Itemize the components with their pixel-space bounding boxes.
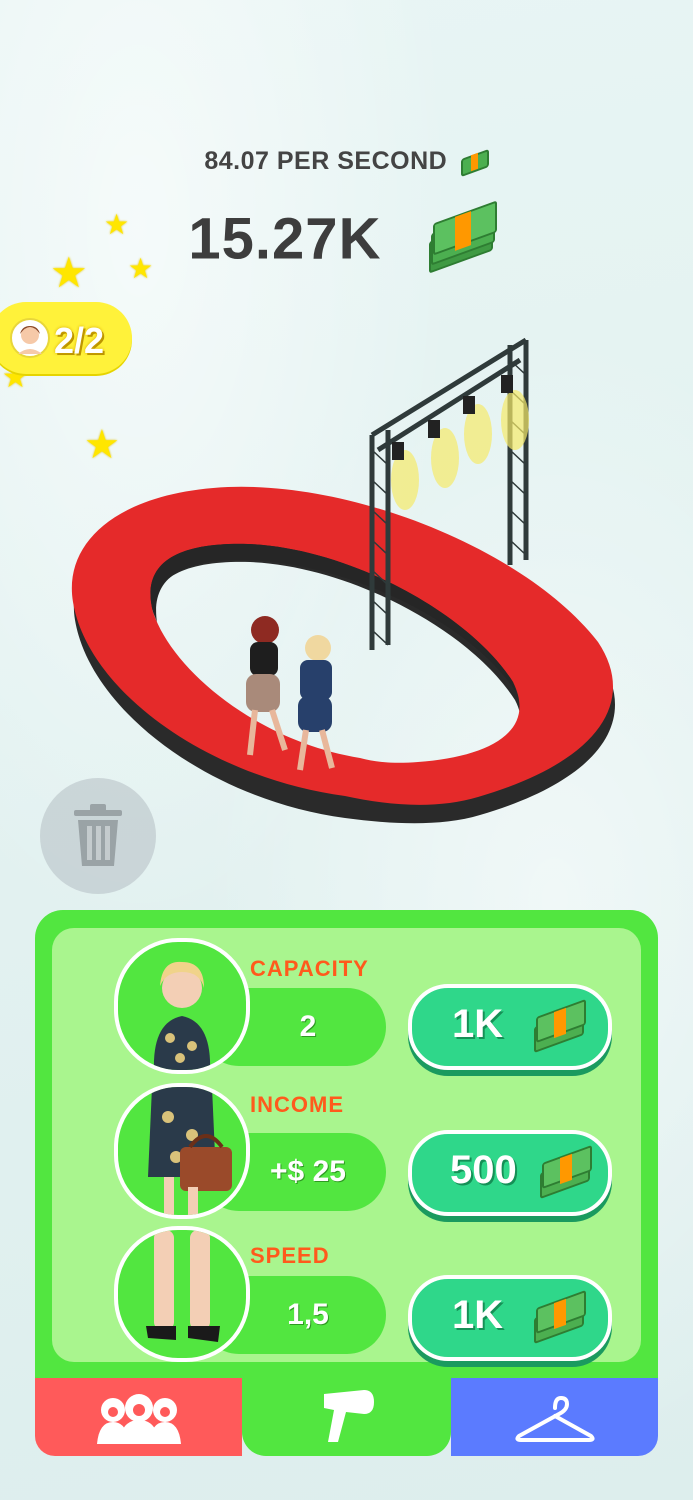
income-label: INCOME [250,1092,344,1117]
cash-stack-icon [425,200,505,278]
star-icon: ★ [50,249,88,296]
speed-avatar [114,1226,250,1362]
balance-text: 15.27K [188,206,382,272]
income-avatar [114,1083,250,1219]
tab-clothes[interactable] [451,1378,658,1456]
cash-stack-icon [459,146,489,178]
hair-dryer-icon [324,1390,374,1442]
capacity-label: CAPACITY [250,956,369,981]
models-group-icon [97,1394,181,1444]
model-face-icon [10,318,50,358]
speed-price: 1K [452,1293,504,1337]
star-icon: ★ [104,209,130,240]
speed-label: SPEED [250,1243,330,1268]
capacity-value: 2 [299,1010,317,1043]
tab-models[interactable] [35,1378,242,1456]
tab-styling[interactable] [242,1378,451,1456]
star-icon: ★ [128,253,154,284]
speed-value: 1,5 [287,1298,329,1331]
cash-stack-icon [532,1287,588,1345]
hanger-icon [515,1396,595,1442]
delete-model-button[interactable] [40,778,156,894]
income-price: 500 [450,1148,517,1192]
speed-upgrade-button[interactable]: 1K [408,1275,612,1361]
capacity-avatar [114,938,250,1074]
income-upgrade-button[interactable]: 500 [408,1130,612,1216]
trash-icon [74,804,122,866]
cash-stack-icon [538,1142,594,1200]
cash-stack-icon [532,996,588,1054]
capacity-upgrade-button[interactable]: 1K [408,984,612,1070]
per-second-text: 84.07 PER SECOND [204,146,448,175]
income-value: +$ 25 [270,1155,346,1188]
capacity-price: 1K [452,1002,504,1046]
